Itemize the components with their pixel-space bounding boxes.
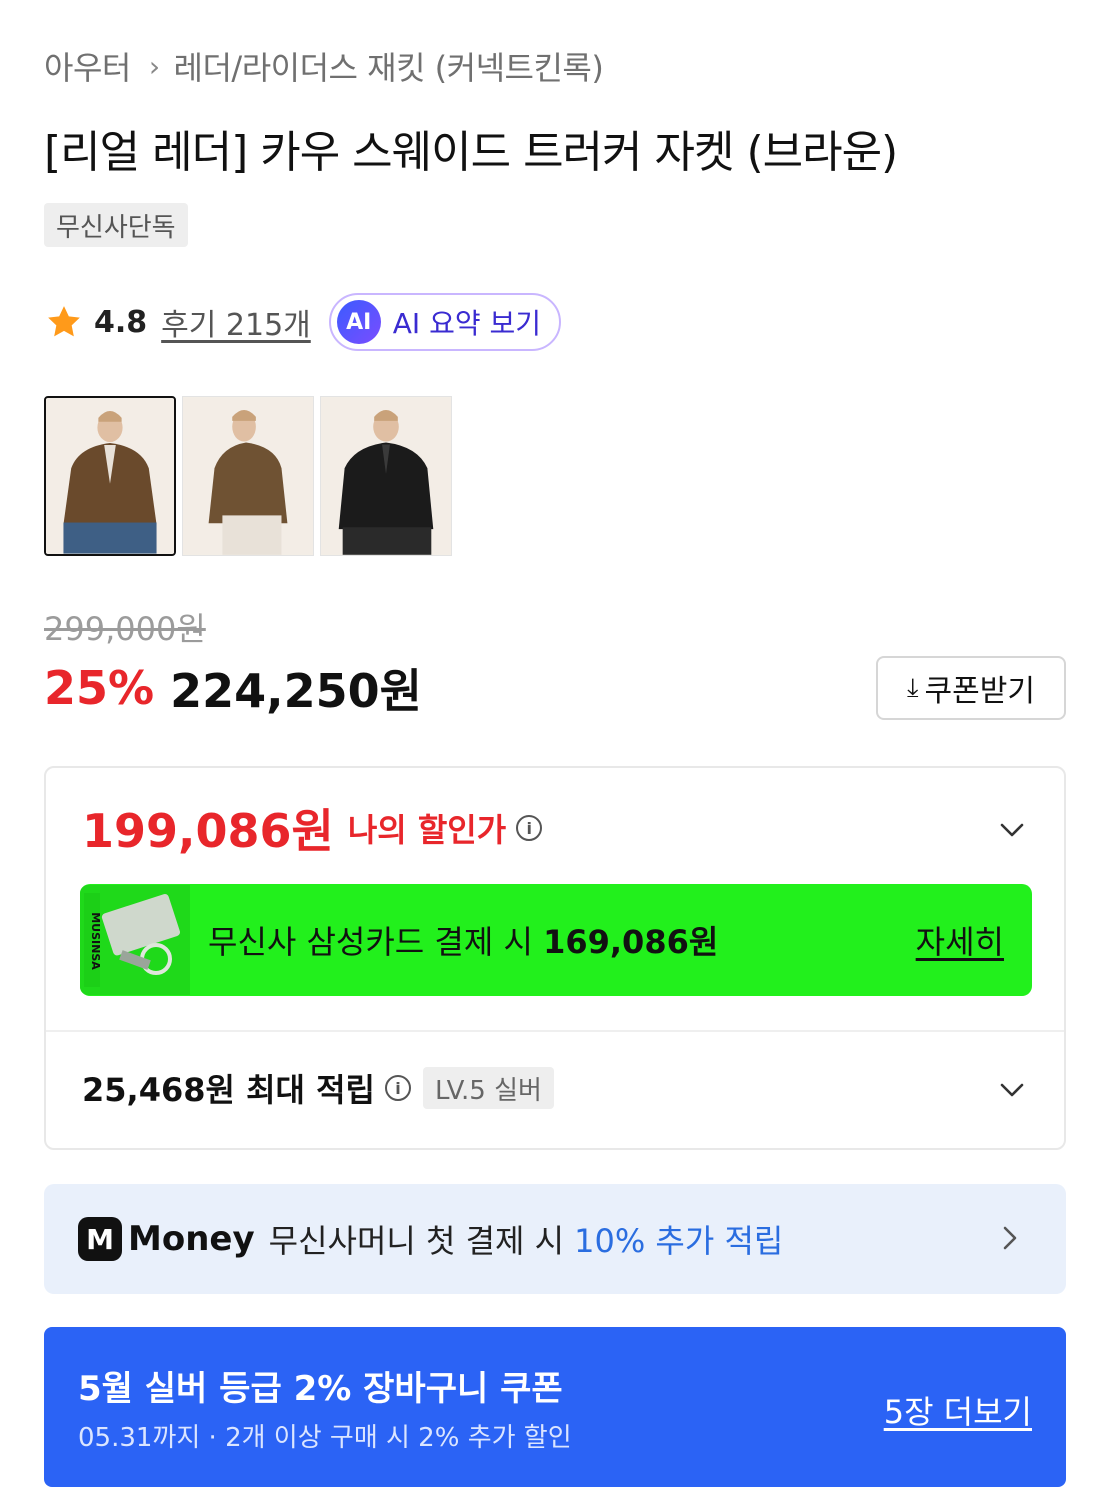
- product-title: [리얼 레더] 카우 스웨이드 트러커 자켓 (브라운): [44, 127, 898, 178]
- cart-coupon-title: 5월 실버 등급 2% 장바구니 쿠폰: [78, 1369, 563, 1409]
- divider: [46, 1030, 1064, 1032]
- breadcrumb-item-category[interactable]: 레더/라이더스 재킷 (커넥트킨록): [174, 43, 604, 89]
- exclusive-badge: 무신사단독: [44, 203, 188, 247]
- download-icon: ⤓: [907, 672, 919, 703]
- rating-row: 4.8 후기 215개 AI AI 요약 보기: [44, 292, 562, 352]
- my-discount-panel: 199,086원 나의 할인가 i MUSINSA 무신사 삼성카드 결제 시 …: [44, 766, 1066, 1150]
- cart-coupon-banner: 5월 실버 등급 2% 장바구니 쿠폰 05.31까지 · 2개 이상 구매 시…: [44, 1327, 1066, 1487]
- get-coupon-label: 쿠폰받기: [924, 674, 1035, 709]
- chevron-down-icon[interactable]: [996, 814, 1028, 846]
- money-text: 무신사머니 첫 결제 시: [268, 1222, 565, 1260]
- thumbnail-strip: [44, 396, 452, 556]
- card-banner-prefix: 무신사 삼성카드 결제 시: [208, 923, 533, 961]
- star-icon: [44, 302, 84, 342]
- level-badge: LV.5 실버: [422, 1067, 554, 1109]
- chevron-down-icon[interactable]: [996, 1074, 1028, 1106]
- thumbnail-image-brown-side: [183, 397, 313, 555]
- money-highlight: 10% 추가 적립: [574, 1222, 784, 1260]
- rating-score: 4.8: [94, 304, 148, 340]
- sale-price-row: 25% 224,250원: [44, 657, 422, 719]
- samsung-card-banner[interactable]: MUSINSA 무신사 삼성카드 결제 시 169,086원 자세히: [80, 884, 1032, 996]
- card-banner-text: 무신사 삼성카드 결제 시 169,086원: [208, 917, 718, 963]
- thumbnail-1[interactable]: [44, 396, 176, 556]
- info-icon[interactable]: i: [516, 815, 543, 841]
- my-discount-label: 나의 할인가: [347, 811, 507, 849]
- max-points-text: 25,468원 최대 적립: [82, 1071, 375, 1109]
- cart-coupon-subtitle: 05.31까지 · 2개 이상 구매 시 2% 추가 할인: [78, 1423, 572, 1453]
- get-coupon-button[interactable]: ⤓ 쿠폰받기: [876, 656, 1066, 720]
- thumbnail-3[interactable]: [320, 396, 452, 556]
- breadcrumb-separator-icon: ›: [148, 49, 160, 83]
- discount-rate: 25%: [44, 661, 155, 715]
- thumbnail-image-black-front: [321, 397, 451, 555]
- ai-summary-button[interactable]: AI AI 요약 보기: [328, 293, 562, 351]
- sale-price: 224,250원: [170, 664, 422, 718]
- original-price: 299,000원: [44, 610, 206, 648]
- musinsa-money-banner[interactable]: M Money 무신사머니 첫 결제 시 10% 추가 적립: [44, 1184, 1066, 1294]
- breadcrumb-item-outer[interactable]: 아우터: [44, 43, 131, 89]
- my-discount-price: 199,086원: [82, 804, 334, 858]
- money-logo-icon: M: [78, 1217, 122, 1261]
- info-icon[interactable]: i: [384, 1075, 411, 1101]
- money-word: Money: [128, 1219, 255, 1259]
- card-detail-link[interactable]: 자세히: [916, 917, 1004, 963]
- card-promo-image: MUSINSA: [80, 885, 190, 995]
- thumbnail-2[interactable]: [182, 396, 314, 556]
- reviews-link[interactable]: 후기 215개: [161, 300, 311, 344]
- ai-icon: AI: [336, 300, 381, 344]
- svg-text:MUSINSA: MUSINSA: [89, 912, 102, 970]
- more-coupons-link[interactable]: 5장 더보기: [884, 1387, 1032, 1433]
- my-discount-row[interactable]: 199,086원 나의 할인가 i: [82, 796, 543, 860]
- chevron-right-icon: [994, 1222, 1026, 1254]
- points-row[interactable]: 25,468원 최대 적립 i LV.5 실버: [82, 1064, 554, 1112]
- breadcrumb: 아우터 › 레더/라이더스 재킷 (커넥트킨록): [44, 43, 604, 89]
- thumbnail-image-brown-front: [46, 398, 174, 554]
- card-banner-price: 169,086원: [543, 923, 719, 961]
- ai-summary-label: AI 요약 보기: [392, 307, 542, 340]
